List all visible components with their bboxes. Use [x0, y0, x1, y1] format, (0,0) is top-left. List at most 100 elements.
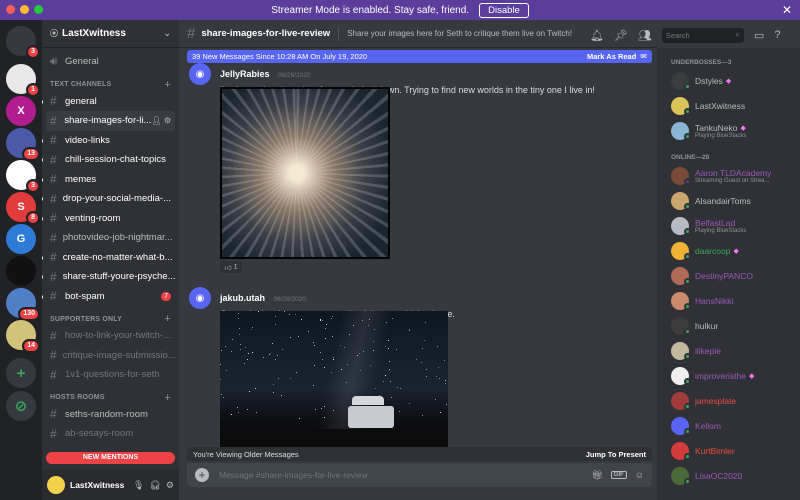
- category-hosts-rooms[interactable]: HOSTS ROOMS +: [42, 391, 179, 405]
- star: [232, 339, 233, 340]
- channel-item[interactable]: #1v1-questions-for-seth: [42, 365, 179, 385]
- server-icon[interactable]: X: [6, 96, 36, 126]
- add-channel-icon[interactable]: +: [164, 392, 171, 404]
- member-item[interactable]: Dstyles ◆: [657, 68, 800, 93]
- channel-item[interactable]: # bot-spam 7: [42, 287, 179, 307]
- chevron-down-icon[interactable]: ⌄: [163, 28, 171, 39]
- bell-icon[interactable]: 🔔︎: [590, 29, 604, 42]
- star: [252, 352, 253, 353]
- member-name-row: BelfastLad: [695, 218, 746, 228]
- channel-item[interactable]: # how-to-link-your-twitch-...: [42, 326, 179, 346]
- channel-item[interactable]: # chill-session-chat-topics: [42, 150, 179, 170]
- server-icon[interactable]: [6, 256, 36, 286]
- server-icon[interactable]: 3: [6, 26, 40, 59]
- member-item[interactable]: TankuNeko ◆ Playing BlueStacks: [657, 118, 800, 143]
- inbox-icon[interactable]: ▭: [754, 29, 764, 42]
- server-icon[interactable]: 3: [6, 160, 40, 193]
- member-item[interactable]: DestinyPANCO: [657, 263, 800, 288]
- member-item[interactable]: BelfastLad Playing BlueStacks: [657, 213, 800, 238]
- member-item[interactable]: Kellom: [657, 413, 800, 438]
- add-channel-icon[interactable]: +: [164, 313, 171, 325]
- mark-as-read-button[interactable]: Mark As Read: [587, 52, 636, 61]
- star: [248, 353, 249, 354]
- maximize-window-button[interactable]: [34, 5, 43, 14]
- star: [332, 316, 333, 317]
- category-supporters-only[interactable]: SUPPORTERS ONLY +: [42, 312, 179, 326]
- message-author[interactable]: JellyRabies: [220, 69, 270, 79]
- channel-item[interactable]: # general: [42, 92, 179, 112]
- member-info: TankuNeko ◆ Playing BlueStacks: [695, 123, 746, 139]
- van-roof: [352, 396, 384, 405]
- server-initials: S: [17, 201, 25, 213]
- member-item[interactable]: KurtBimler: [657, 438, 800, 463]
- add-attachment-icon[interactable]: +: [195, 468, 209, 482]
- microphone-icon[interactable]: 🎙︎: [133, 480, 144, 491]
- disable-streamer-mode-button[interactable]: Disable: [479, 2, 529, 18]
- explore-servers-button[interactable]: ⊘: [6, 391, 36, 421]
- server-icon[interactable]: 130: [6, 288, 40, 321]
- channel-item[interactable]: # venting-room: [42, 209, 179, 229]
- new-messages-bar[interactable]: 39 New Messages Since 10:28 AM On July 1…: [187, 50, 652, 63]
- message-author[interactable]: jakub.utah: [220, 293, 265, 303]
- minimize-window-button[interactable]: [20, 5, 29, 14]
- channel-settings-icon[interactable]: 👤︎ ⚙: [151, 116, 171, 125]
- member-item[interactable]: hulkur: [657, 313, 800, 338]
- server-icon[interactable]: G: [6, 224, 36, 254]
- server-icon[interactable]: S8: [6, 192, 40, 225]
- channel-item[interactable]: # seths-random-room: [42, 405, 179, 425]
- avatar[interactable]: [47, 476, 65, 494]
- channel-item[interactable]: # critique-image-submissio...: [42, 346, 179, 366]
- emoji-icon[interactable]: ☺: [635, 470, 644, 480]
- member-item[interactable]: LisaOC2020: [657, 463, 800, 488]
- member-info: hulkur: [695, 321, 718, 331]
- gear-icon[interactable]: ⚙: [166, 480, 174, 491]
- server-icon[interactable]: 14: [6, 320, 40, 353]
- server-header[interactable]: ⦿ LastXwitness ⌄: [42, 20, 179, 48]
- headphones-icon[interactable]: 🎧︎: [149, 480, 160, 491]
- channel-item[interactable]: # share-stuff-youre-psyche...: [42, 267, 179, 287]
- member-item[interactable]: AlsandairToms: [657, 188, 800, 213]
- gift-icon[interactable]: 🎁︎: [591, 470, 602, 481]
- channel-item[interactable]: # ab-sesays-room: [42, 424, 179, 444]
- hash-icon: #: [50, 113, 57, 128]
- message-input[interactable]: Message #share-images-for-live-review: [219, 470, 368, 480]
- add-channel-icon[interactable]: +: [164, 79, 171, 91]
- members-icon[interactable]: 👥︎: [638, 29, 652, 42]
- member-item[interactable]: jamesplate: [657, 388, 800, 413]
- new-mentions-button[interactable]: NEW MENTIONS: [46, 452, 175, 464]
- channel-general-voice[interactable]: 🔊︎ General: [42, 52, 179, 72]
- member-item[interactable]: ilikepie: [657, 338, 800, 363]
- channel-item[interactable]: # share-images-for-li... 👤︎ ⚙: [46, 111, 175, 131]
- channel-item[interactable]: # video-links: [42, 131, 179, 151]
- member-item[interactable]: improveristhe ◆: [657, 363, 800, 388]
- close-icon[interactable]: ✕: [782, 3, 792, 17]
- text-channel-list: # general # share-images-for-li... 👤︎ ⚙ # vide…: [42, 92, 179, 307]
- close-window-button[interactable]: [6, 5, 15, 14]
- help-icon[interactable]: ?: [774, 29, 780, 41]
- category-text-channels[interactable]: TEXT CHANNELS +: [42, 78, 179, 92]
- channel-item[interactable]: # create-no-matter-what-b...: [42, 248, 179, 268]
- member-item[interactable]: LastXwitness: [657, 93, 800, 118]
- jump-to-present-button[interactable]: Jump To Present: [586, 450, 646, 459]
- message-composer[interactable]: + Message #share-images-for-live-review …: [187, 463, 652, 487]
- gif-icon[interactable]: GIF: [610, 471, 627, 479]
- username: LastXwitness: [70, 480, 125, 490]
- message-image[interactable]: [220, 87, 390, 259]
- member-item[interactable]: Aaron TLDAcademy Streaming Guest on Strea…: [657, 163, 800, 188]
- server-icon[interactable]: 13: [6, 128, 40, 161]
- channel-item[interactable]: # photovideo-job-nightmar...: [42, 228, 179, 248]
- channel-item[interactable]: # drop-your-social-media-...: [42, 189, 179, 209]
- add-server-button[interactable]: +: [6, 358, 36, 388]
- member-item[interactable]: HansNikki: [657, 288, 800, 313]
- search-input[interactable]: Search ⌕: [661, 27, 744, 43]
- server-icon[interactable]: 1: [6, 64, 40, 97]
- channel-topic[interactable]: Share your images here for Seth to criti…: [347, 29, 572, 38]
- van: [348, 406, 394, 428]
- pin-icon[interactable]: 📌︎: [614, 29, 628, 42]
- channel-item[interactable]: # memes: [42, 170, 179, 190]
- message-image[interactable]: [220, 311, 448, 451]
- avatar[interactable]: ◉: [189, 287, 211, 309]
- reaction-thumbs-up[interactable]: 👍︎ 1: [220, 261, 242, 273]
- avatar[interactable]: ◉: [189, 63, 211, 85]
- member-item[interactable]: daarcoop ◆: [657, 238, 800, 263]
